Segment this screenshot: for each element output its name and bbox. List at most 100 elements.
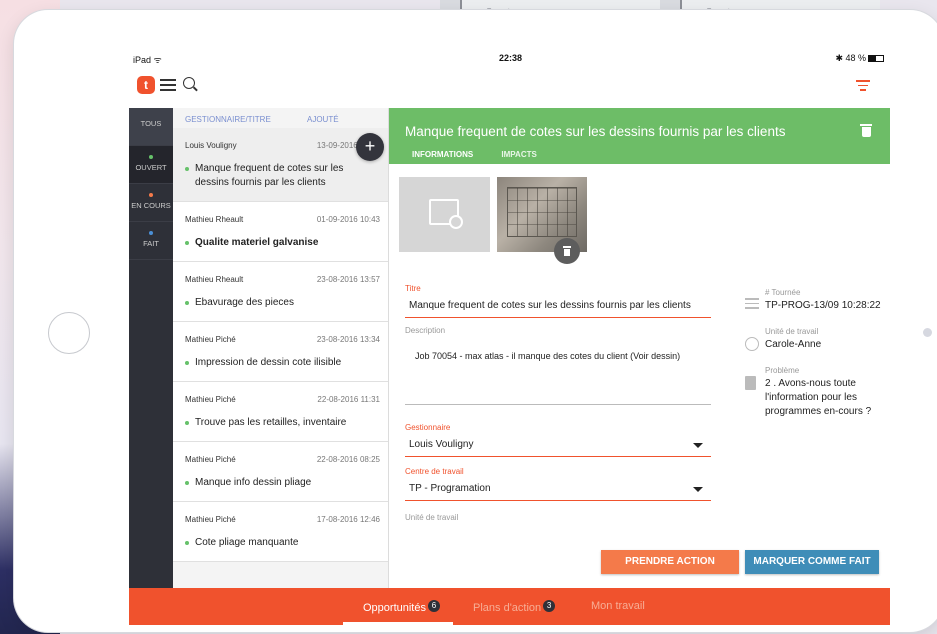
tab-informations[interactable]: INFORMATIONS (399, 146, 487, 166)
rail-item-fait[interactable]: FAIT (129, 222, 173, 260)
tab-impacts[interactable]: IMPACTS (488, 146, 549, 164)
unite-value: Carole-Anne (765, 339, 822, 350)
app-logo[interactable]: t (137, 76, 155, 94)
add-image-icon (429, 199, 463, 229)
list-item[interactable]: Mathieu Piché 22-08-2016 08:25 Manque in… (173, 442, 388, 502)
probleme-value: 2 . Avons-nous toute l'information pour … (765, 378, 872, 417)
trash-icon[interactable] (860, 124, 872, 138)
item-manager: Mathieu Piché (185, 455, 236, 464)
item-manager: Louis Vouligny (185, 141, 237, 150)
mark-done-button[interactable]: MARQUER COMME FAIT (745, 550, 879, 574)
list-item[interactable]: Mathieu Piché 17-08-2016 12:46 Cote plia… (173, 502, 388, 562)
drawing-photo (507, 187, 577, 237)
detail-panel: Manque frequent de cotes sur les dessins… (389, 108, 890, 588)
status-bar: iPad ᯤ 22:38 ✱ 48 % (129, 48, 890, 68)
column-header-title[interactable]: GESTIONNAIRE/TITRE (185, 115, 271, 124)
search-icon[interactable] (183, 77, 195, 89)
item-manager: Mathieu Piché (185, 335, 236, 344)
status-dot-icon (149, 193, 153, 197)
rail-label: OUVERT (135, 163, 167, 172)
front-camera (923, 328, 932, 337)
item-title: Cote pliage manquante (185, 536, 375, 550)
count-badge: 6 (427, 600, 440, 612)
description-field[interactable]: Job 70054 - max atlas - il manque des co… (405, 335, 711, 405)
ipad-frame: iPad ᯤ 22:38 ✱ 48 % t TOUS OUVERT EN COU… (14, 10, 937, 632)
tab-plans-action[interactable]: Plans d'action 3 (473, 600, 556, 614)
centre-label: Centre de travail (405, 467, 464, 476)
rail-item-tous[interactable]: TOUS (129, 108, 173, 146)
rail-item-en-cours[interactable]: EN COURS (129, 184, 173, 222)
filter-icon[interactable] (856, 80, 870, 92)
rail-label: TOUS (140, 119, 162, 128)
column-header-added[interactable]: AJOUTÉ (307, 115, 339, 124)
take-action-button[interactable]: PRENDRE ACTION (601, 550, 739, 574)
app-bar: t (129, 68, 890, 108)
item-manager: Mathieu Piché (185, 515, 236, 524)
list-item[interactable]: Mathieu Piché 23-08-2016 13:34 Impressio… (173, 322, 388, 382)
probleme-label: Problème (765, 366, 800, 375)
titre-label: Titre (405, 284, 421, 293)
item-title: Manque frequent de cotes sur les dessins… (185, 162, 375, 190)
gestionnaire-select[interactable]: Louis Vouligny (405, 432, 711, 457)
add-opportunity-button[interactable]: + (356, 133, 384, 161)
document-icon (745, 376, 756, 390)
home-button[interactable] (48, 312, 90, 354)
description-label: Description (405, 326, 446, 335)
active-tab-indicator (343, 622, 453, 625)
person-icon (745, 337, 759, 351)
item-title: Ebavurage des pieces (185, 296, 375, 310)
tab-label: Mon travail (591, 600, 645, 612)
item-date: 22-08-2016 08:25 (316, 455, 380, 464)
bottom-tab-bar: Opportunités 6 Plans d'action 3 Mon travai… (129, 588, 890, 625)
add-photo-placeholder[interactable] (399, 177, 490, 252)
list-item[interactable]: Louis Vouligny 13-09-2016 22:35 Manque f… (173, 128, 388, 202)
centre-select[interactable]: TP - Programation (405, 476, 711, 501)
tournee-value: TP-PROG-13/09 10:28:22 (765, 300, 881, 311)
item-manager: Mathieu Rheault (185, 215, 244, 224)
detail-tabs: INFORMATIONS IMPACTS (399, 146, 550, 166)
titre-field[interactable]: Manque frequent de cotes sur les dessins… (405, 293, 711, 318)
status-dot-icon (149, 231, 153, 235)
probleme-block: Problème 2 . Avons-nous toute l'informat… (745, 366, 885, 419)
delete-photo-icon[interactable] (554, 238, 580, 264)
list-icon (745, 298, 759, 312)
list-item[interactable]: Mathieu Rheault 01-09-2016 10:43 Qualite… (173, 202, 388, 262)
carrier-wifi: iPad ᯤ (133, 55, 162, 65)
count-badge: 3 (543, 600, 556, 612)
list-header: GESTIONNAIRE/TITRE AJOUTÉ (173, 108, 388, 128)
menu-icon[interactable] (160, 79, 176, 91)
status-dot-icon (149, 155, 153, 159)
tournee-label: # Tournée (765, 288, 801, 297)
rail-label: EN COURS (131, 201, 171, 210)
chevron-down-icon (693, 487, 703, 492)
item-date: 01-09-2016 10:43 (316, 215, 380, 224)
item-title: Impression de dessin cote ilisible (185, 356, 375, 370)
item-date: 23-08-2016 13:57 (316, 275, 380, 284)
rail-item-ouvert[interactable]: OUVERT (129, 146, 173, 184)
item-date: 22-08-2016 11:31 (317, 395, 380, 404)
list-item[interactable]: Mathieu Rheault 23-08-2016 13:57 Ebavura… (173, 262, 388, 322)
detail-form: Titre Manque frequent de cotes sur les d… (405, 284, 711, 522)
status-filter-rail: TOUS OUVERT EN COURS FAIT (129, 108, 173, 588)
app-screen: iPad ᯤ 22:38 ✱ 48 % t TOUS OUVERT EN COU… (129, 48, 890, 625)
item-title: Manque info dessin pliage (185, 476, 375, 490)
rail-label: FAIT (143, 239, 159, 248)
tab-label: Opportunités (363, 602, 426, 614)
tab-label: Plans d'action (473, 602, 542, 614)
item-title: Qualite materiel galvanise (185, 236, 375, 250)
tab-mon-travail[interactable]: Mon travail (591, 600, 645, 612)
unite-block: Unité de travail Carole-Anne (745, 327, 885, 352)
opportunity-list: GESTIONNAIRE/TITRE AJOUTÉ Louis Vouligny… (173, 108, 389, 588)
item-manager: Mathieu Piché (185, 395, 236, 404)
gestionnaire-value: Louis Vouligny (409, 439, 474, 450)
detail-sidebar: # Tournée TP-PROG-13/09 10:28:22 Unité d… (745, 288, 885, 433)
tab-opportunites[interactable]: Opportunités 6 (363, 600, 440, 614)
list-item[interactable]: Mathieu Piché 22-08-2016 11:31 Trouve pa… (173, 382, 388, 442)
item-date: 17-08-2016 12:46 (316, 515, 380, 524)
item-manager: Mathieu Rheault (185, 275, 244, 284)
battery-status: ✱ 48 % (835, 53, 884, 64)
item-title: Trouve pas les retailles, inventaire (185, 416, 375, 430)
detail-title: Manque frequent de cotes sur les dessins… (405, 124, 786, 139)
detail-header: Manque frequent de cotes sur les dessins… (389, 108, 890, 166)
unite-side-label: Unité de travail (765, 327, 819, 336)
